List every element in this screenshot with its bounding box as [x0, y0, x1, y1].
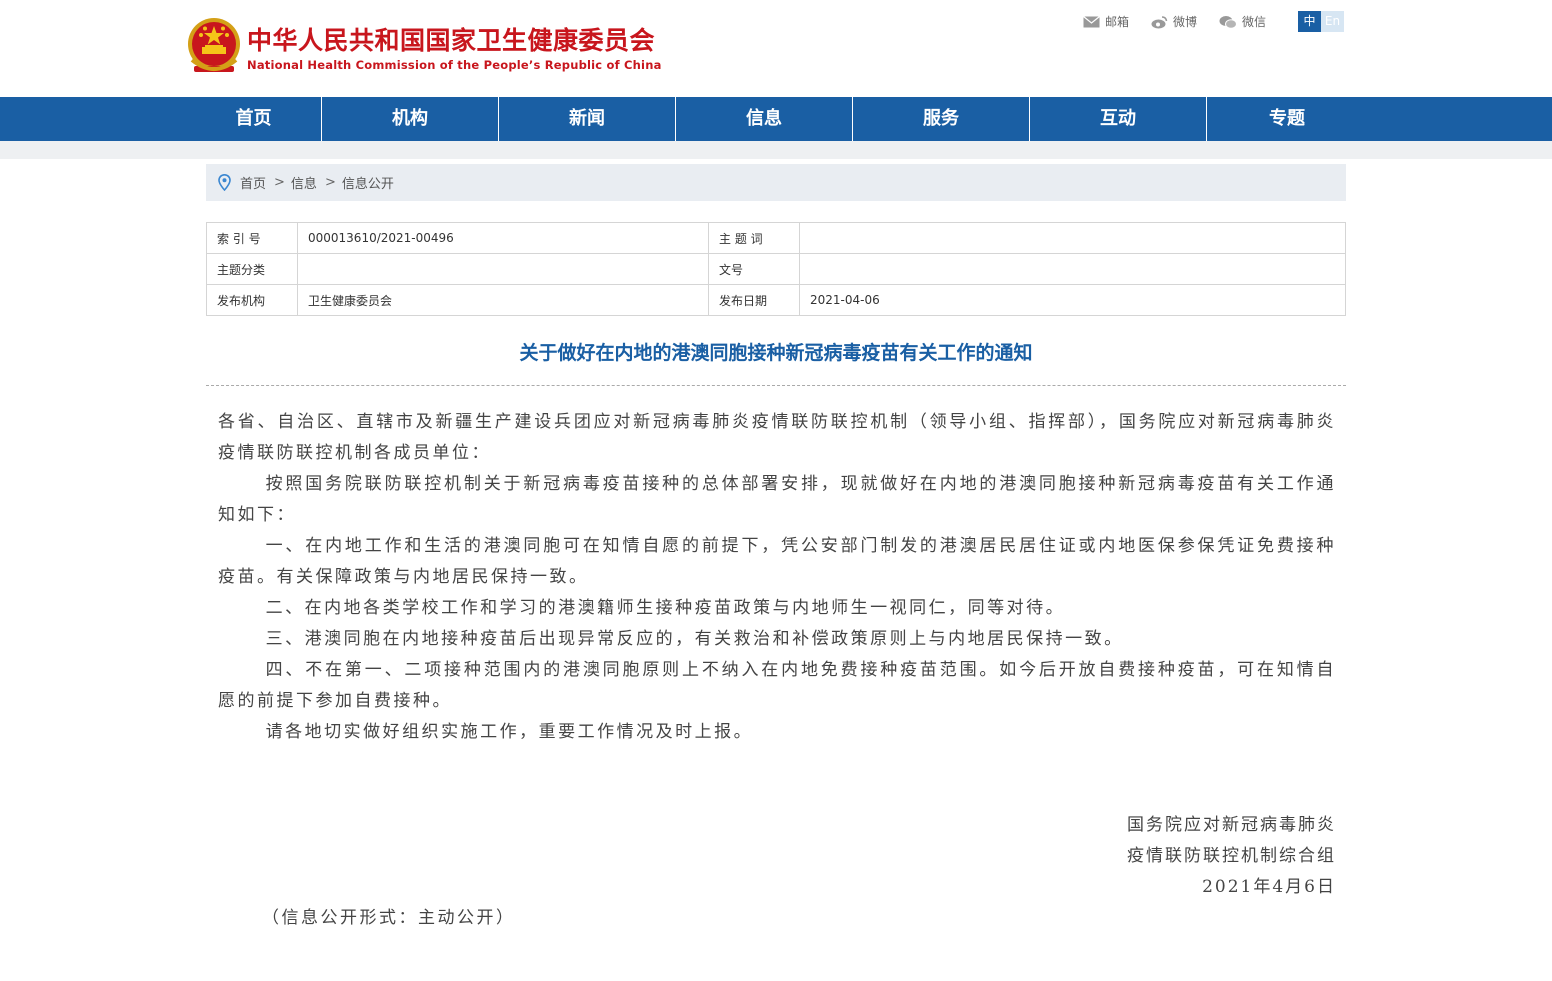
date-label: 发布日期	[708, 284, 800, 316]
nav-item-services[interactable]: 服务	[853, 97, 1030, 141]
docno-value	[799, 253, 1346, 285]
category-label: 主题分类	[206, 253, 298, 285]
weibo-icon	[1151, 15, 1168, 28]
wechat-link[interactable]: 微信	[1219, 13, 1266, 30]
breadcrumb-separator: >	[324, 175, 336, 190]
title-divider	[206, 385, 1346, 386]
location-pin-icon	[218, 174, 231, 191]
breadcrumb-separator: >	[274, 175, 285, 190]
site-title-english: National Health Commission of the People…	[247, 58, 662, 72]
wechat-icon	[1219, 15, 1238, 29]
nav-item-interaction[interactable]: 互动	[1030, 97, 1207, 141]
breadcrumb-information[interactable]: 信息	[291, 173, 317, 192]
paragraph-closing: 请各地切实做好组织实施工作，重要工作情况及时上报。	[265, 722, 754, 742]
index-value: 000013610/2021-00496	[297, 222, 709, 254]
date-value: 2021-04-06	[799, 284, 1346, 316]
national-emblem-icon[interactable]	[186, 16, 242, 78]
document-body: 各省、自治区、直辖市及新疆生产建设兵团应对新冠病毒肺炎疫情联防联控机制（领导小组…	[218, 407, 1336, 748]
breadcrumb-disclosure[interactable]: 信息公开	[342, 173, 394, 192]
mail-icon	[1083, 15, 1100, 27]
breadcrumb-home[interactable]: 首页	[240, 173, 266, 192]
nav-item-news[interactable]: 新闻	[499, 97, 676, 141]
weibo-link-label: 微博	[1173, 15, 1198, 29]
org-value: 卫生健康委员会	[297, 284, 709, 316]
table-row: 主题分类 文号	[206, 253, 1346, 285]
breadcrumb: 首页 > 信息 > 信息公开	[206, 164, 1346, 201]
nav-item-home[interactable]: 首页	[186, 97, 322, 141]
keyword-value	[799, 222, 1346, 254]
paragraph-item-4: 四、不在第一、二项接种范围内的港澳同胞原则上不纳入在内地免费接种疫苗范围。如今后…	[218, 660, 1336, 711]
category-value	[297, 253, 709, 285]
paragraph-salutation: 各省、自治区、直辖市及新疆生产建设兵团应对新冠病毒肺炎疫情联防联控机制（领导小组…	[218, 412, 1336, 463]
paragraph-intro: 按照国务院联防联控机制关于新冠病毒疫苗接种的总体部署安排，现就做好在内地的港澳同…	[218, 474, 1336, 525]
signature-date: 2021年4月6日	[1202, 877, 1336, 897]
signature-line-2: 疫情联防联控机制综合组	[1127, 846, 1336, 866]
docno-label: 文号	[708, 253, 800, 285]
wechat-link-label: 微信	[1242, 15, 1267, 29]
index-label: 索 引 号	[206, 222, 298, 254]
site-header: 中华人民共和国国家卫生健康委员会 National Health Commiss…	[0, 0, 1552, 97]
table-row: 索 引 号 000013610/2021-00496 主 题 词	[206, 222, 1346, 254]
paragraph-item-3: 三、港澳同胞在内地接种疫苗后出现异常反应的，有关救治和补偿政策原则上与内地居民保…	[265, 629, 1124, 649]
keyword-label: 主 题 词	[708, 222, 800, 254]
document-meta-table: 索 引 号 000013610/2021-00496 主 题 词 主题分类 文号…	[206, 222, 1346, 316]
signature-line-1: 国务院应对新冠病毒肺炎	[1127, 815, 1336, 835]
lang-zh-button[interactable]: 中	[1298, 11, 1321, 32]
mail-link[interactable]: 邮箱	[1083, 13, 1129, 30]
nav-item-information[interactable]: 信息	[676, 97, 853, 141]
site-title: 中华人民共和国国家卫生健康委员会	[247, 26, 656, 55]
document-title: 关于做好在内地的港澳同胞接种新冠病毒疫苗有关工作的通知	[519, 342, 1033, 364]
top-links: 邮箱 微博 微信	[1083, 13, 1288, 30]
language-switch: 中 En	[1298, 11, 1344, 32]
lang-en-button[interactable]: En	[1321, 11, 1344, 32]
table-row: 发布机构 卫生健康委员会 发布日期 2021-04-06	[206, 284, 1346, 316]
main-nav: 首页 机构 新闻 信息 服务 互动 专题	[0, 97, 1552, 141]
disclosure-note: （信息公开形式：主动公开）	[262, 908, 516, 928]
org-label: 发布机构	[206, 284, 298, 316]
signature-block: 国务院应对新冠病毒肺炎 疫情联防联控机制综合组 2021年4月6日	[218, 810, 1336, 903]
weibo-link[interactable]: 微博	[1151, 13, 1197, 30]
paragraph-item-1: 一、在内地工作和生活的港澳同胞可在知情自愿的前提下，凭公安部门制发的港澳居民居住…	[218, 536, 1336, 587]
nav-divider	[0, 141, 1552, 159]
paragraph-item-2: 二、在内地各类学校工作和学习的港澳籍师生接种疫苗政策与内地师生一视同仁，同等对待…	[265, 598, 1066, 618]
nav-item-organization[interactable]: 机构	[322, 97, 499, 141]
nav-item-topics[interactable]: 专题	[1207, 97, 1367, 141]
mail-link-label: 邮箱	[1105, 15, 1130, 29]
